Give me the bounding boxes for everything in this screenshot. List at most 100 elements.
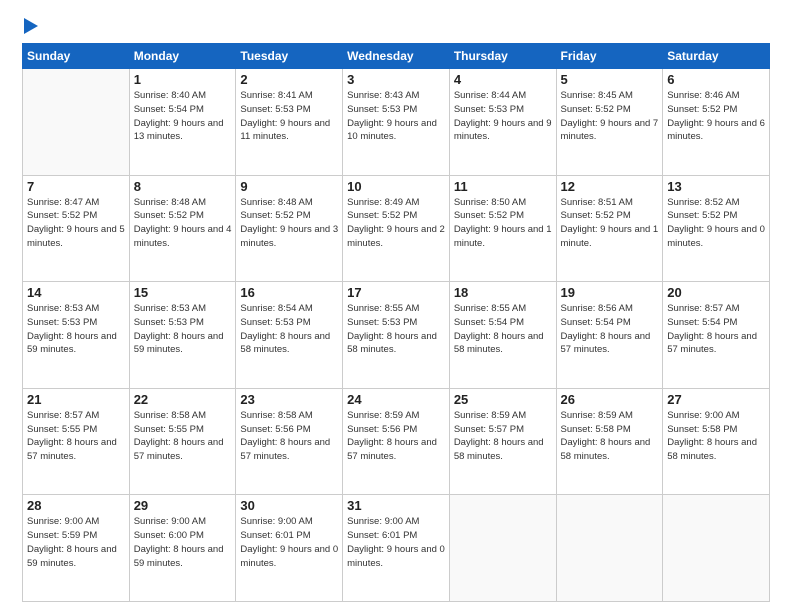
sunrise-text: Sunrise: 8:44 AM: [454, 89, 552, 103]
sunset-text: Sunset: 5:55 PM: [134, 423, 232, 437]
logo: [22, 18, 46, 33]
calendar-cell: 3Sunrise: 8:43 AMSunset: 5:53 PMDaylight…: [343, 69, 450, 176]
day-info: Sunrise: 8:58 AMSunset: 5:55 PMDaylight:…: [134, 409, 232, 464]
day-number: 13: [667, 179, 765, 194]
calendar-cell: 2Sunrise: 8:41 AMSunset: 5:53 PMDaylight…: [236, 69, 343, 176]
day-number: 1: [134, 72, 232, 87]
daylight-text: Daylight: 8 hours and 58 minutes.: [667, 436, 765, 464]
day-info: Sunrise: 8:47 AMSunset: 5:52 PMDaylight:…: [27, 196, 125, 251]
daylight-text: Daylight: 8 hours and 58 minutes.: [454, 330, 552, 358]
day-number: 11: [454, 179, 552, 194]
day-number: 7: [27, 179, 125, 194]
day-info: Sunrise: 8:44 AMSunset: 5:53 PMDaylight:…: [454, 89, 552, 144]
day-number: 18: [454, 285, 552, 300]
calendar-cell: 19Sunrise: 8:56 AMSunset: 5:54 PMDayligh…: [556, 282, 663, 389]
day-info: Sunrise: 8:48 AMSunset: 5:52 PMDaylight:…: [240, 196, 338, 251]
sunrise-text: Sunrise: 8:59 AM: [561, 409, 659, 423]
sunrise-text: Sunrise: 9:00 AM: [27, 515, 125, 529]
sunset-text: Sunset: 5:59 PM: [27, 529, 125, 543]
calendar-cell: 30 Sunrise: 9:00 AMSunset: 6:01 PMDayligh…: [236, 495, 343, 602]
day-info: Sunrise: 8:41 AMSunset: 5:53 PMDaylight:…: [240, 89, 338, 144]
sunset-text: Sunset: 5:52 PM: [561, 103, 659, 117]
day-number: 9: [240, 179, 338, 194]
sunrise-text: Sunrise: 9:00 AM: [134, 515, 232, 529]
sunset-text: Sunset: 5:53 PM: [347, 316, 445, 330]
sunset-text: Sunset: 5:52 PM: [561, 209, 659, 223]
calendar-header-sunday: Sunday: [23, 44, 130, 69]
day-number: 6: [667, 72, 765, 87]
sunset-text: Sunset: 5:53 PM: [27, 316, 125, 330]
day-number: 25: [454, 392, 552, 407]
day-info: Sunrise: 9:00 AMSunset: 6:01 PMDaylight:…: [240, 515, 338, 570]
day-info: Sunrise: 8:55 AMSunset: 5:53 PMDaylight:…: [347, 302, 445, 357]
day-number: 22: [134, 392, 232, 407]
calendar-cell: 1 Sunrise: 8:40 AMSunset: 5:54 PMDaylight…: [129, 69, 236, 176]
page-header: [22, 18, 770, 33]
daylight-text: Daylight: 9 hours and 0 minutes.: [347, 543, 445, 571]
sunrise-text: Sunrise: 8:40 AM: [134, 89, 232, 103]
day-info: Sunrise: 8:59 AMSunset: 5:57 PMDaylight:…: [454, 409, 552, 464]
sunrise-text: Sunrise: 8:53 AM: [134, 302, 232, 316]
daylight-text: Daylight: 9 hours and 13 minutes.: [134, 117, 232, 145]
daylight-text: Daylight: 8 hours and 57 minutes.: [561, 330, 659, 358]
day-number: 8: [134, 179, 232, 194]
day-number: 30: [240, 498, 338, 513]
sunrise-text: Sunrise: 8:57 AM: [667, 302, 765, 316]
day-number: 24: [347, 392, 445, 407]
day-number: 10: [347, 179, 445, 194]
daylight-text: Daylight: 8 hours and 57 minutes.: [347, 436, 445, 464]
sunrise-text: Sunrise: 8:43 AM: [347, 89, 445, 103]
day-number: 17: [347, 285, 445, 300]
daylight-text: Daylight: 9 hours and 1 minute.: [454, 223, 552, 251]
day-info: Sunrise: 8:40 AMSunset: 5:54 PMDaylight:…: [134, 89, 232, 144]
day-info: Sunrise: 8:57 AMSunset: 5:54 PMDaylight:…: [667, 302, 765, 357]
sunset-text: Sunset: 5:54 PM: [561, 316, 659, 330]
sunset-text: Sunset: 5:53 PM: [347, 103, 445, 117]
sunset-text: Sunset: 6:01 PM: [347, 529, 445, 543]
calendar-cell: 14Sunrise: 8:53 AMSunset: 5:53 PMDayligh…: [23, 282, 130, 389]
calendar-week-4: 21Sunrise: 8:57 AMSunset: 5:55 PMDayligh…: [23, 388, 770, 495]
calendar-cell: 8Sunrise: 8:48 AMSunset: 5:52 PMDaylight…: [129, 175, 236, 282]
daylight-text: Daylight: 9 hours and 0 minutes.: [240, 543, 338, 571]
calendar-week-3: 14Sunrise: 8:53 AMSunset: 5:53 PMDayligh…: [23, 282, 770, 389]
calendar-cell: 29 Sunrise: 9:00 AMSunset: 6:00 PMDayligh…: [129, 495, 236, 602]
calendar-header-wednesday: Wednesday: [343, 44, 450, 69]
sunset-text: Sunset: 5:56 PM: [347, 423, 445, 437]
daylight-text: Daylight: 8 hours and 58 minutes.: [454, 436, 552, 464]
calendar-cell: 11Sunrise: 8:50 AMSunset: 5:52 PMDayligh…: [449, 175, 556, 282]
calendar-cell: 23Sunrise: 8:58 AMSunset: 5:56 PMDayligh…: [236, 388, 343, 495]
daylight-text: Daylight: 9 hours and 10 minutes.: [347, 117, 445, 145]
calendar-week-1: 1 Sunrise: 8:40 AMSunset: 5:54 PMDaylight…: [23, 69, 770, 176]
sunset-text: Sunset: 5:52 PM: [347, 209, 445, 223]
day-number: 28: [27, 498, 125, 513]
calendar-header-thursday: Thursday: [449, 44, 556, 69]
sunrise-text: Sunrise: 8:59 AM: [347, 409, 445, 423]
sunset-text: Sunset: 5:53 PM: [134, 316, 232, 330]
day-info: Sunrise: 9:00 AMSunset: 6:00 PMDaylight:…: [134, 515, 232, 570]
sunrise-text: Sunrise: 8:48 AM: [240, 196, 338, 210]
calendar-cell: 26Sunrise: 8:59 AMSunset: 5:58 PMDayligh…: [556, 388, 663, 495]
day-number: 29: [134, 498, 232, 513]
calendar-week-5: 28Sunrise: 9:00 AMSunset: 5:59 PMDayligh…: [23, 495, 770, 602]
sunrise-text: Sunrise: 8:53 AM: [27, 302, 125, 316]
sunrise-text: Sunrise: 8:52 AM: [667, 196, 765, 210]
day-number: 5: [561, 72, 659, 87]
calendar-cell: 22 Sunrise: 8:58 AMSunset: 5:55 PMDayligh…: [129, 388, 236, 495]
calendar-table: SundayMondayTuesdayWednesdayThursdayFrid…: [22, 43, 770, 602]
sunrise-text: Sunrise: 8:56 AM: [561, 302, 659, 316]
sunset-text: Sunset: 5:52 PM: [240, 209, 338, 223]
day-info: Sunrise: 8:49 AMSunset: 5:52 PMDaylight:…: [347, 196, 445, 251]
calendar-header-monday: Monday: [129, 44, 236, 69]
daylight-text: Daylight: 8 hours and 57 minutes.: [667, 330, 765, 358]
calendar-cell: 12Sunrise: 8:51 AMSunset: 5:52 PMDayligh…: [556, 175, 663, 282]
sunset-text: Sunset: 5:52 PM: [27, 209, 125, 223]
calendar-cell: 25 Sunrise: 8:59 AMSunset: 5:57 PMDayligh…: [449, 388, 556, 495]
sunrise-text: Sunrise: 8:51 AM: [561, 196, 659, 210]
calendar-cell: 27Sunrise: 9:00 AMSunset: 5:58 PMDayligh…: [663, 388, 770, 495]
sunset-text: Sunset: 5:58 PM: [667, 423, 765, 437]
calendar-cell: 20Sunrise: 8:57 AMSunset: 5:54 PMDayligh…: [663, 282, 770, 389]
sunset-text: Sunset: 5:53 PM: [240, 103, 338, 117]
sunrise-text: Sunrise: 8:41 AM: [240, 89, 338, 103]
sunset-text: Sunset: 5:53 PM: [240, 316, 338, 330]
calendar-cell: 28Sunrise: 9:00 AMSunset: 5:59 PMDayligh…: [23, 495, 130, 602]
